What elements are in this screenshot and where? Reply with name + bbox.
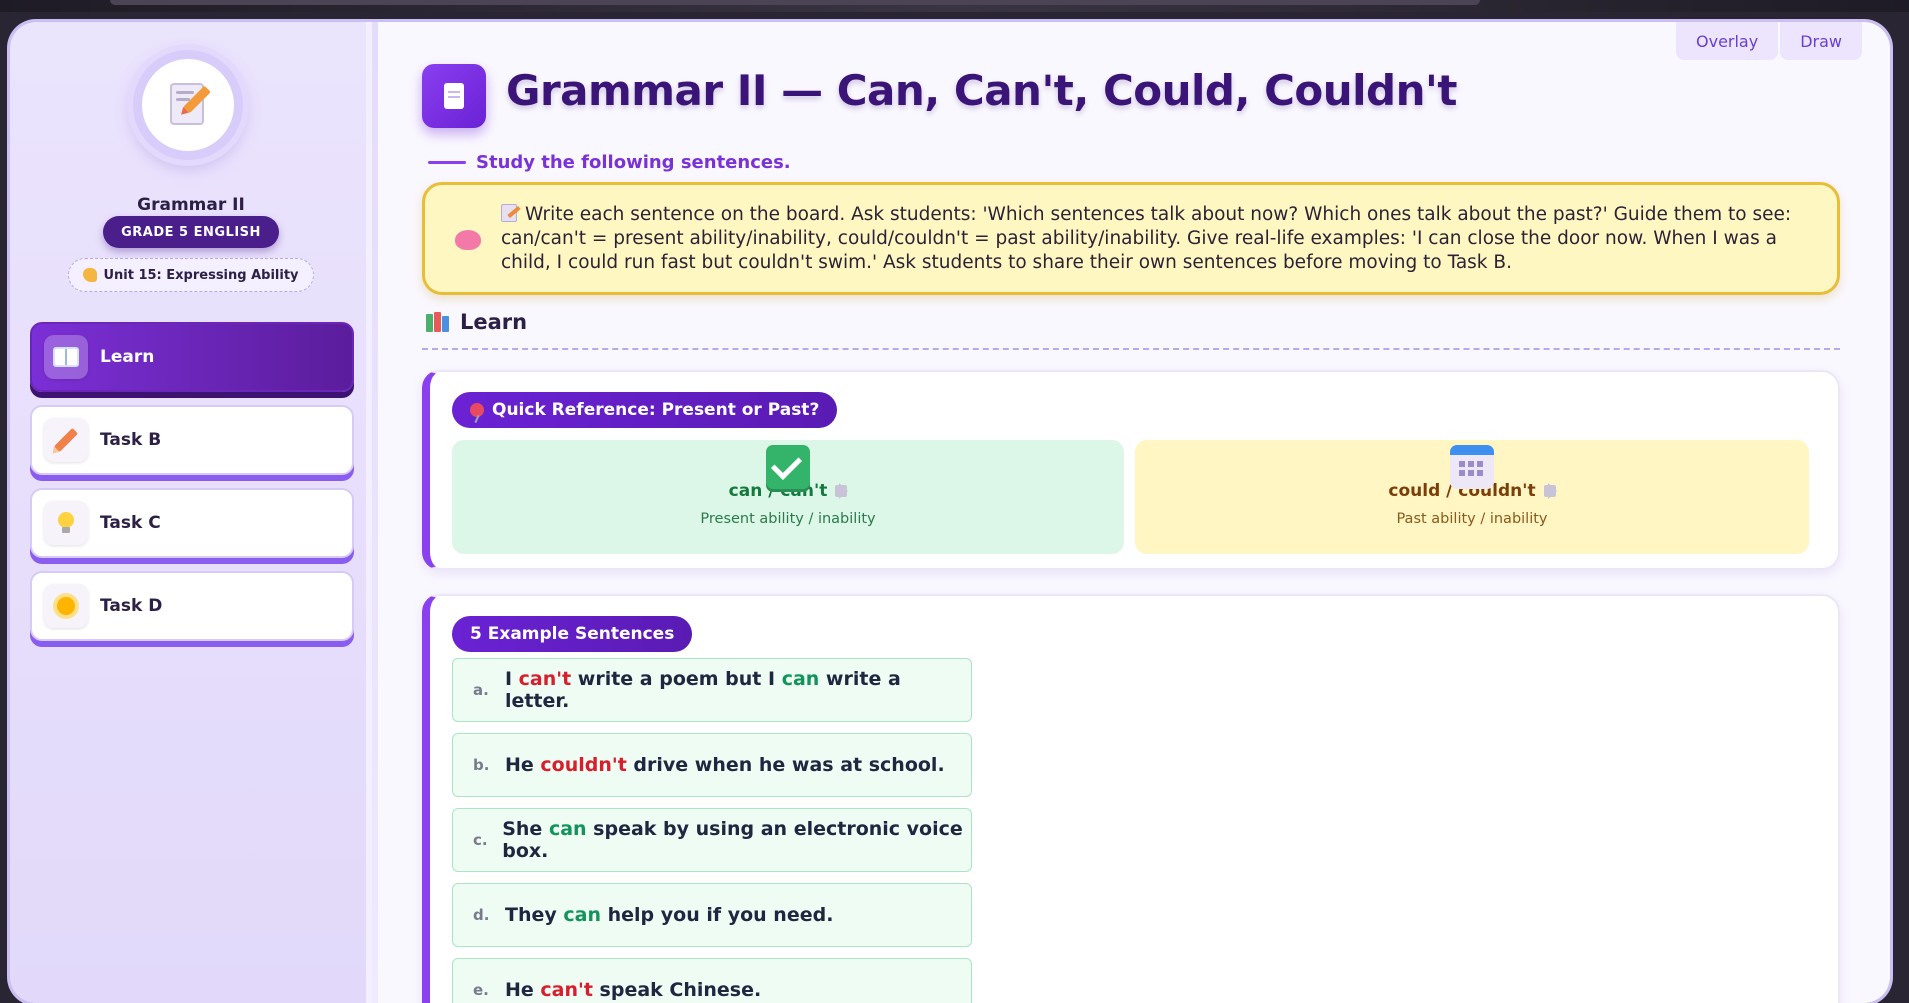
- browser-tab-bar: [110, 0, 1480, 5]
- sentence-fragment: She: [502, 818, 549, 840]
- sentence-letter: c.: [473, 831, 488, 849]
- examples-card: 5 Example Sentences a. I can't write a po…: [422, 594, 1840, 1003]
- examples-pill: 5 Example Sentences: [452, 616, 693, 652]
- positive-modal: can: [781, 668, 820, 690]
- sentence-fragment: write a poem but I: [571, 668, 782, 690]
- pushpin-icon: [470, 403, 484, 417]
- overlay-button[interactable]: Overlay: [1676, 22, 1779, 60]
- teacher-note: Write each sentence on the board. Ask st…: [422, 182, 1840, 295]
- sidebar-item-task-b[interactable]: Task B: [30, 405, 354, 475]
- sentence-text: He couldn't drive when he was at school.: [505, 754, 945, 776]
- sentence-letter: d.: [473, 906, 490, 924]
- check-mark-icon: [766, 445, 810, 489]
- example-sentence[interactable]: a. I can't write a poem but I can write a…: [452, 658, 972, 722]
- negative-modal: can't: [540, 979, 593, 1001]
- sentence-text: I can't write a poem but I can write a l…: [505, 668, 971, 712]
- memo-icon: [168, 81, 211, 129]
- page-subtitle: Study the following sentences.: [428, 152, 791, 173]
- sun-icon: [44, 584, 88, 628]
- positive-modal: can: [548, 818, 587, 840]
- sentence-text: She can speak by using an electronic voi…: [502, 818, 971, 862]
- negative-modal: couldn't: [540, 754, 627, 776]
- sentence-text: He can't speak Chinese.: [505, 979, 761, 1001]
- sidebar: Grammar II GRADE 5 ENGLISH Unit 15: Expr…: [10, 22, 372, 1003]
- flexed-biceps-icon: [83, 268, 98, 282]
- sentence-letter: e.: [473, 981, 489, 999]
- page-title: Grammar II — Can, Can't, Could, Couldn't: [506, 66, 1457, 115]
- sentence-fragment: He: [505, 979, 541, 1001]
- sentence-letter: a.: [473, 681, 489, 699]
- sidebar-item-learn[interactable]: Learn: [30, 322, 354, 392]
- app-window: Grammar II GRADE 5 ENGLISH Unit 15: Expr…: [10, 22, 1890, 1003]
- present-description: Present ability / inability: [700, 511, 876, 527]
- sentence-fragment: help you if you need.: [601, 904, 834, 926]
- pencil-icon: [44, 418, 88, 462]
- sidebar-item-label: Task B: [100, 430, 162, 450]
- sentence-fragment: drive when he was at school.: [626, 754, 945, 776]
- present-reference-box: can / can't Present ability / inability: [452, 440, 1124, 554]
- memo-icon: [501, 204, 517, 222]
- quick-reference-title: Quick Reference: Present or Past?: [492, 400, 820, 420]
- past-reference-box: could / couldn't Past ability / inabilit…: [1135, 440, 1809, 554]
- sentence-fragment: They: [505, 904, 564, 926]
- sentence-fragment: He: [505, 754, 541, 776]
- speaker-icon[interactable]: [835, 483, 849, 499]
- avatar: [133, 50, 243, 160]
- subtitle-text: Study the following sentences.: [476, 152, 791, 173]
- calendar-icon: [1450, 445, 1494, 489]
- negative-modal: can't: [518, 668, 572, 690]
- section-heading: Learn: [426, 310, 527, 334]
- past-description: Past ability / inability: [1396, 511, 1548, 527]
- positive-modal: can: [563, 904, 601, 926]
- draw-button[interactable]: Draw: [1780, 22, 1862, 60]
- sidebar-item-task-c[interactable]: Task C: [30, 488, 354, 558]
- subtitle-dash: [428, 161, 466, 164]
- toolbar: Overlay Draw: [1676, 22, 1862, 60]
- sidebar-item-label: Task D: [100, 596, 163, 616]
- sentence-fragment: speak Chinese.: [592, 979, 762, 1001]
- document-icon: [422, 64, 486, 128]
- sentence-fragment: I: [504, 668, 519, 690]
- example-sentence[interactable]: e. He can't speak Chinese.: [452, 958, 972, 1003]
- sidebar-nav: Learn Task B Task C Task D: [30, 322, 354, 654]
- section-title: Learn: [460, 310, 528, 334]
- quick-reference-pill: Quick Reference: Present or Past?: [452, 392, 838, 428]
- sentence-letter: b.: [473, 756, 490, 774]
- example-sentence[interactable]: d. They can help you if you need.: [452, 883, 972, 947]
- unit-label: Unit 15: Expressing Ability: [103, 267, 299, 283]
- teacher-note-text: Write each sentence on the board. Ask st…: [501, 204, 1792, 273]
- lesson-title: Grammar II: [137, 195, 245, 215]
- books-icon: [426, 312, 450, 332]
- open-book-icon: [44, 335, 88, 379]
- speaker-icon[interactable]: [1543, 483, 1557, 499]
- grade-badge: GRADE 5 ENGLISH: [103, 216, 279, 248]
- example-sentence[interactable]: b. He couldn't drive when he was at schoo…: [452, 733, 972, 797]
- sidebar-item-label: Task C: [100, 513, 161, 533]
- sidebar-item-task-d[interactable]: Task D: [30, 571, 354, 641]
- brain-icon: [455, 230, 481, 250]
- example-sentence[interactable]: c. She can speak by using an electronic v…: [452, 808, 972, 872]
- sidebar-item-label: Learn: [100, 347, 155, 367]
- unit-badge: Unit 15: Expressing Ability: [68, 258, 314, 292]
- section-divider: [422, 348, 1840, 350]
- sentence-text: They can help you if you need.: [505, 904, 833, 926]
- quick-reference-card: Quick Reference: Present or Past? can / …: [422, 370, 1840, 570]
- main-content: Overlay Draw Grammar II — Can, Can't, Co…: [378, 22, 1890, 1003]
- lightbulb-icon: [44, 501, 88, 545]
- browser-top-strip: [0, 0, 1909, 12]
